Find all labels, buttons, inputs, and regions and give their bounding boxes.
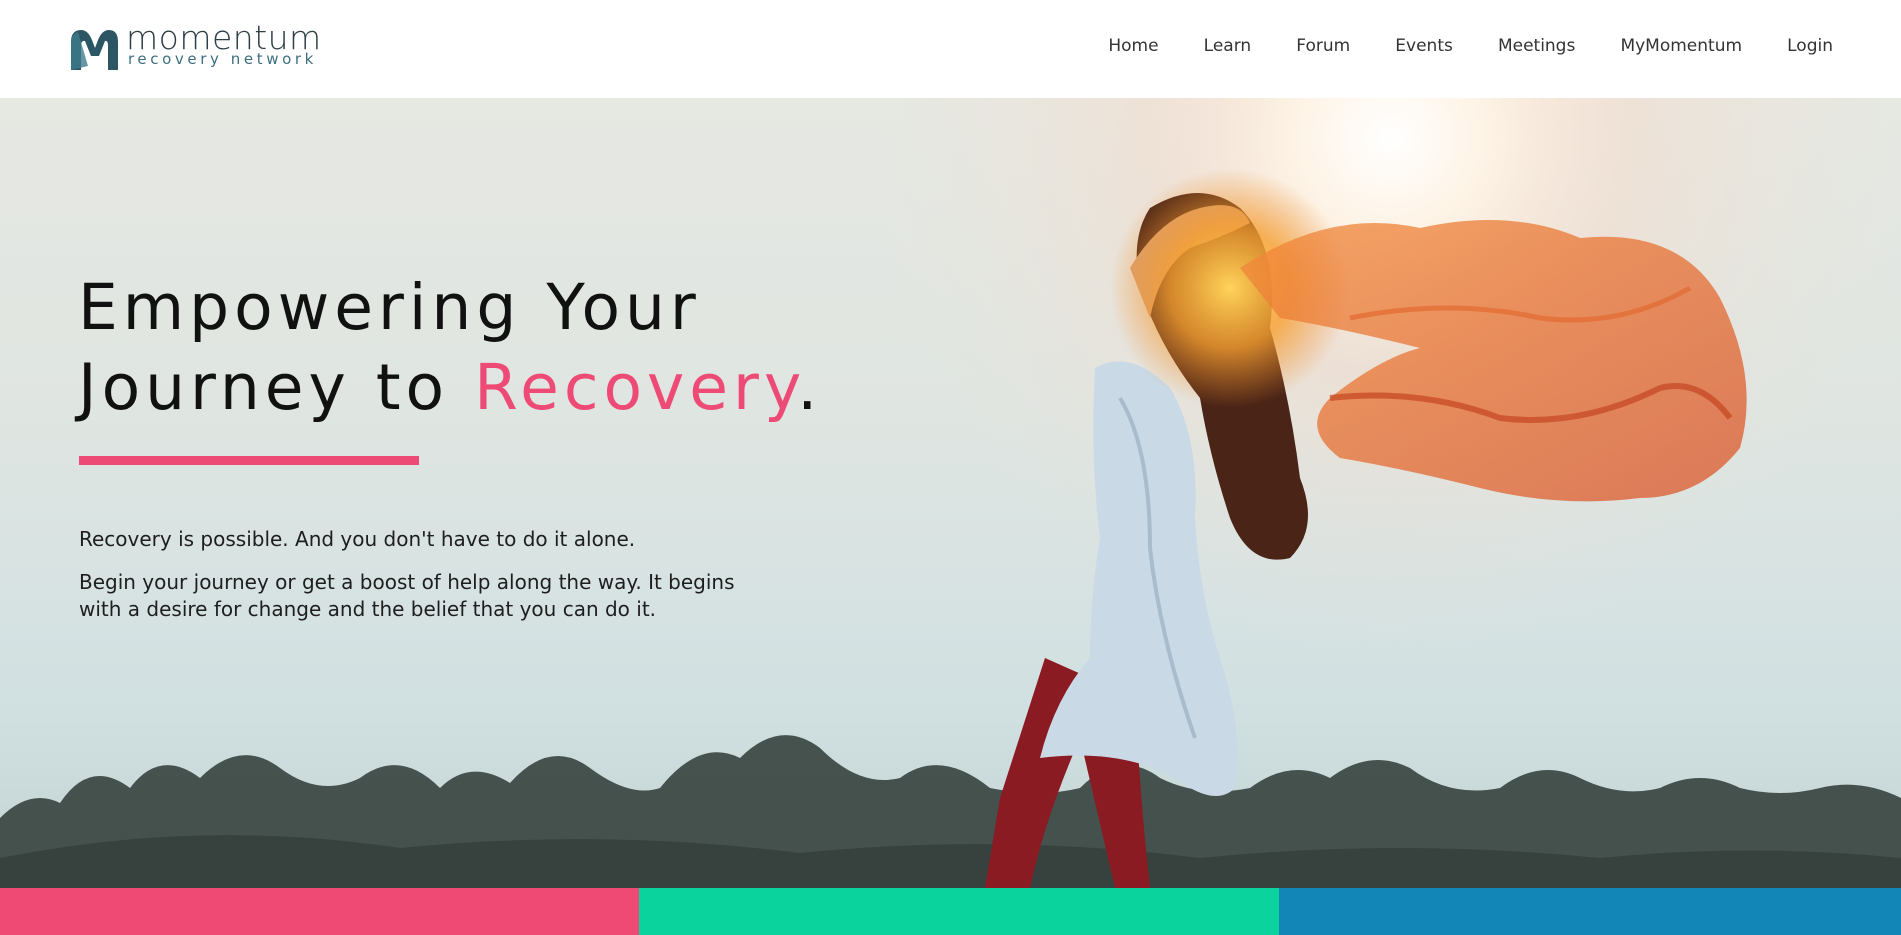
headline-accent-word: Recovery — [474, 351, 798, 424]
hero-headline: Empowering Your Journey to Recovery. — [78, 268, 822, 428]
hero-image — [0, 98, 1901, 888]
color-stripes — [0, 888, 1901, 935]
brand-logo[interactable]: momentum recovery network — [68, 18, 328, 74]
nav-item-events[interactable]: Events — [1395, 36, 1453, 56]
headline-period: . — [797, 351, 823, 424]
headline-line-2-prefix: Journey to — [78, 351, 475, 424]
stripe-pink — [0, 888, 639, 935]
brand-tagline: recovery network — [128, 50, 317, 68]
nav-item-learn[interactable]: Learn — [1204, 36, 1252, 56]
nav-item-meetings[interactable]: Meetings — [1498, 36, 1575, 56]
nav-item-home[interactable]: Home — [1108, 36, 1158, 56]
headline-line-1: Empowering Your — [78, 271, 701, 344]
site-header: momentum recovery network Home Learn For… — [0, 0, 1901, 98]
stripe-green — [639, 888, 1279, 935]
stripe-blue — [1279, 888, 1901, 935]
m-logo-icon — [71, 30, 118, 70]
nav-item-mymomentum[interactable]: MyMomentum — [1620, 36, 1742, 56]
hero-paragraph-2: Begin your journey or get a boost of hel… — [79, 570, 735, 621]
hero-section: Empowering Your Journey to Recovery. Rec… — [0, 98, 1901, 888]
nav-item-login[interactable]: Login — [1787, 36, 1833, 56]
headline-underline — [79, 456, 419, 465]
main-nav: Home Learn Forum Events Meetings MyMomen… — [1068, 36, 1833, 60]
hero-paragraph-1: Recovery is possible. And you don't have… — [79, 527, 636, 551]
nav-item-forum[interactable]: Forum — [1296, 36, 1350, 56]
